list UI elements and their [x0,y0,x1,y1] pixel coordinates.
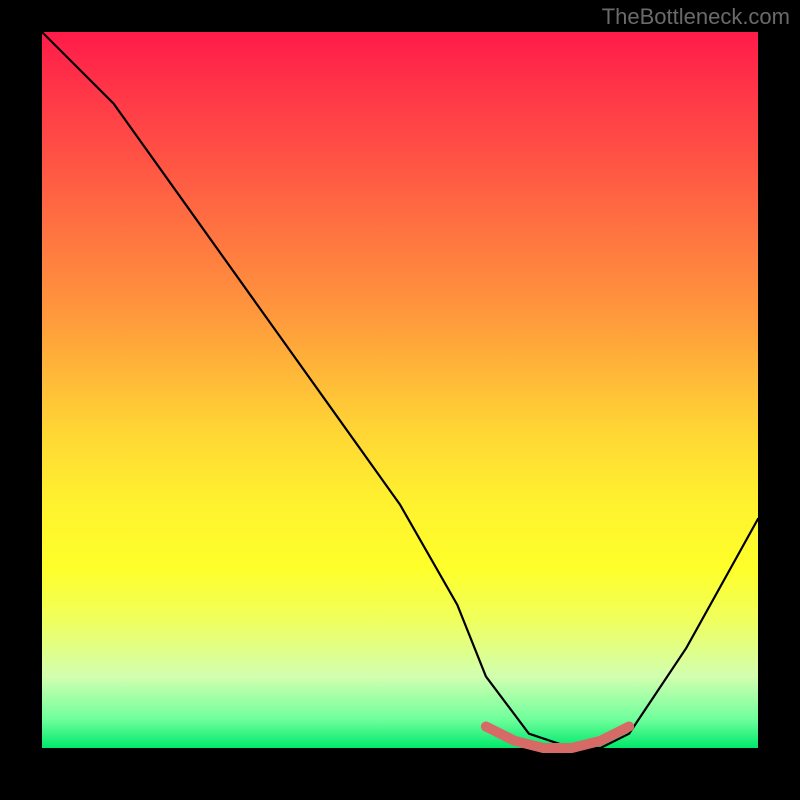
chart-svg [42,32,758,748]
watermark-text: TheBottleneck.com [602,4,790,30]
chart-plot-area [42,32,758,748]
bottleneck-curve-line [42,32,758,748]
